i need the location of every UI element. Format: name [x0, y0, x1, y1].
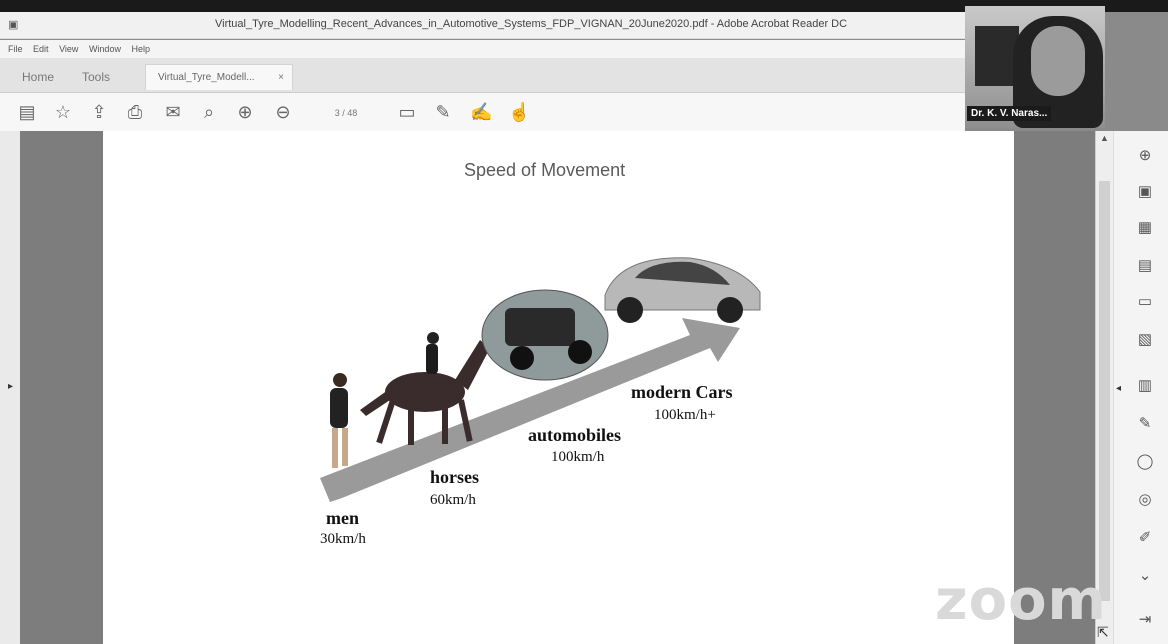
menu-bar: File Edit View Window Help: [0, 40, 965, 58]
modern-car-figure: [604, 257, 761, 323]
fill-sign-icon[interactable]: ✎: [1136, 415, 1154, 433]
toolbar: ▤ ☆ ⇪ ⎙ ✉ ⌕ ⊕ ⊖ 3 / 48 ▭ ✎ ✍ ☝: [0, 93, 965, 132]
acrobat-app-icon: ▣: [8, 19, 19, 31]
tab-bar: Home Tools Virtual_Tyre_Modell... ×: [0, 58, 965, 93]
scroll-up-icon[interactable]: ▲: [1100, 133, 1109, 143]
scrollbar-thumb[interactable]: [1099, 181, 1110, 601]
optimize-icon[interactable]: ◎: [1136, 491, 1154, 509]
export-pdf-icon[interactable]: ▣: [1136, 183, 1154, 201]
stage-men-label: men: [326, 508, 359, 528]
stamp-icon[interactable]: ☝: [508, 101, 530, 123]
print-icon[interactable]: ⎙: [124, 101, 146, 123]
email-icon[interactable]: ✉: [162, 101, 184, 123]
sign-icon[interactable]: ✍: [470, 101, 492, 123]
speed-illustration: [320, 257, 761, 502]
stage-modern-cars-label: modern Cars: [631, 382, 733, 402]
tools-sidebar: ◂ ⊕ ▣ ▦ ▤ ▭ ▧ ▥ ✎ ◯ ◎ ✐ ⌄ ⇥: [1113, 131, 1168, 644]
stage-men-speed: 30km/h: [320, 531, 366, 547]
comment-icon[interactable]: ▭: [396, 101, 418, 123]
window-title: Virtual_Tyre_Modelling_Recent_Advances_i…: [215, 18, 848, 30]
page-down-icon[interactable]: ⊖: [272, 101, 294, 123]
compress-icon[interactable]: ▥: [1136, 377, 1154, 395]
combine-icon[interactable]: ▧: [1136, 331, 1154, 349]
stage-automobiles-label: automobiles: [528, 425, 622, 445]
stage-modern-cars-speed: 100km/h+: [654, 407, 716, 423]
vintage-car-figure: [481, 289, 609, 381]
menu-file[interactable]: File: [8, 44, 23, 54]
tab-document-label: Virtual_Tyre_Modell...: [158, 72, 255, 83]
collapse-icon[interactable]: ⇥: [1136, 611, 1154, 629]
tab-tools[interactable]: Tools: [82, 64, 110, 90]
page-indicator[interactable]: 3 / 48: [318, 105, 374, 121]
left-panel-strip[interactable]: ▸: [0, 131, 20, 644]
create-pdf-icon[interactable]: ▤: [1136, 257, 1154, 275]
edit-icon[interactable]: ✐: [1136, 529, 1154, 547]
menu-view[interactable]: View: [59, 44, 78, 54]
tab-home[interactable]: Home: [22, 64, 54, 90]
stage-automobiles-speed: 100km/h: [551, 449, 605, 465]
zoom-icon[interactable]: ⊕: [1136, 147, 1154, 165]
save-icon[interactable]: ▤: [16, 101, 38, 123]
menu-help[interactable]: Help: [131, 44, 150, 54]
stage-horses-speed: 60km/h: [430, 492, 476, 508]
runner-figure: [330, 373, 348, 468]
protect-icon[interactable]: ◯: [1136, 453, 1154, 471]
expand-left-icon[interactable]: ▸: [8, 381, 13, 392]
menu-edit[interactable]: Edit: [33, 44, 49, 54]
stage-horses-label: horses: [430, 467, 479, 487]
slide-title: Speed of Movement: [464, 160, 626, 180]
upload-icon[interactable]: ⇪: [88, 101, 110, 123]
bookmark-icon[interactable]: ☆: [52, 101, 74, 123]
collapse-panel-icon[interactable]: ◂: [1116, 383, 1121, 394]
zoom-watermark: zoom: [935, 568, 1107, 633]
organize-icon[interactable]: ▦: [1136, 219, 1154, 237]
mouse-cursor-icon: ⇱: [1097, 624, 1109, 640]
tab-document[interactable]: Virtual_Tyre_Modell... ×: [145, 64, 293, 90]
close-icon[interactable]: ×: [278, 65, 284, 91]
webcam-video: Dr. K. V. Naras...: [965, 6, 1105, 128]
zoom-out-icon[interactable]: ⌕: [198, 101, 220, 123]
participant-name: Dr. K. V. Naras...: [967, 106, 1052, 121]
window-titlebar: ▣ Virtual_Tyre_Modelling_Recent_Advances…: [0, 12, 965, 39]
page-up-icon[interactable]: ⊕: [234, 101, 256, 123]
webcam-face: [1031, 26, 1085, 96]
comment-icon[interactable]: ▭: [1136, 293, 1154, 311]
more-tools-icon[interactable]: ⌄: [1136, 567, 1154, 585]
highlight-icon[interactable]: ✎: [432, 101, 454, 123]
menu-window[interactable]: Window: [89, 44, 121, 54]
